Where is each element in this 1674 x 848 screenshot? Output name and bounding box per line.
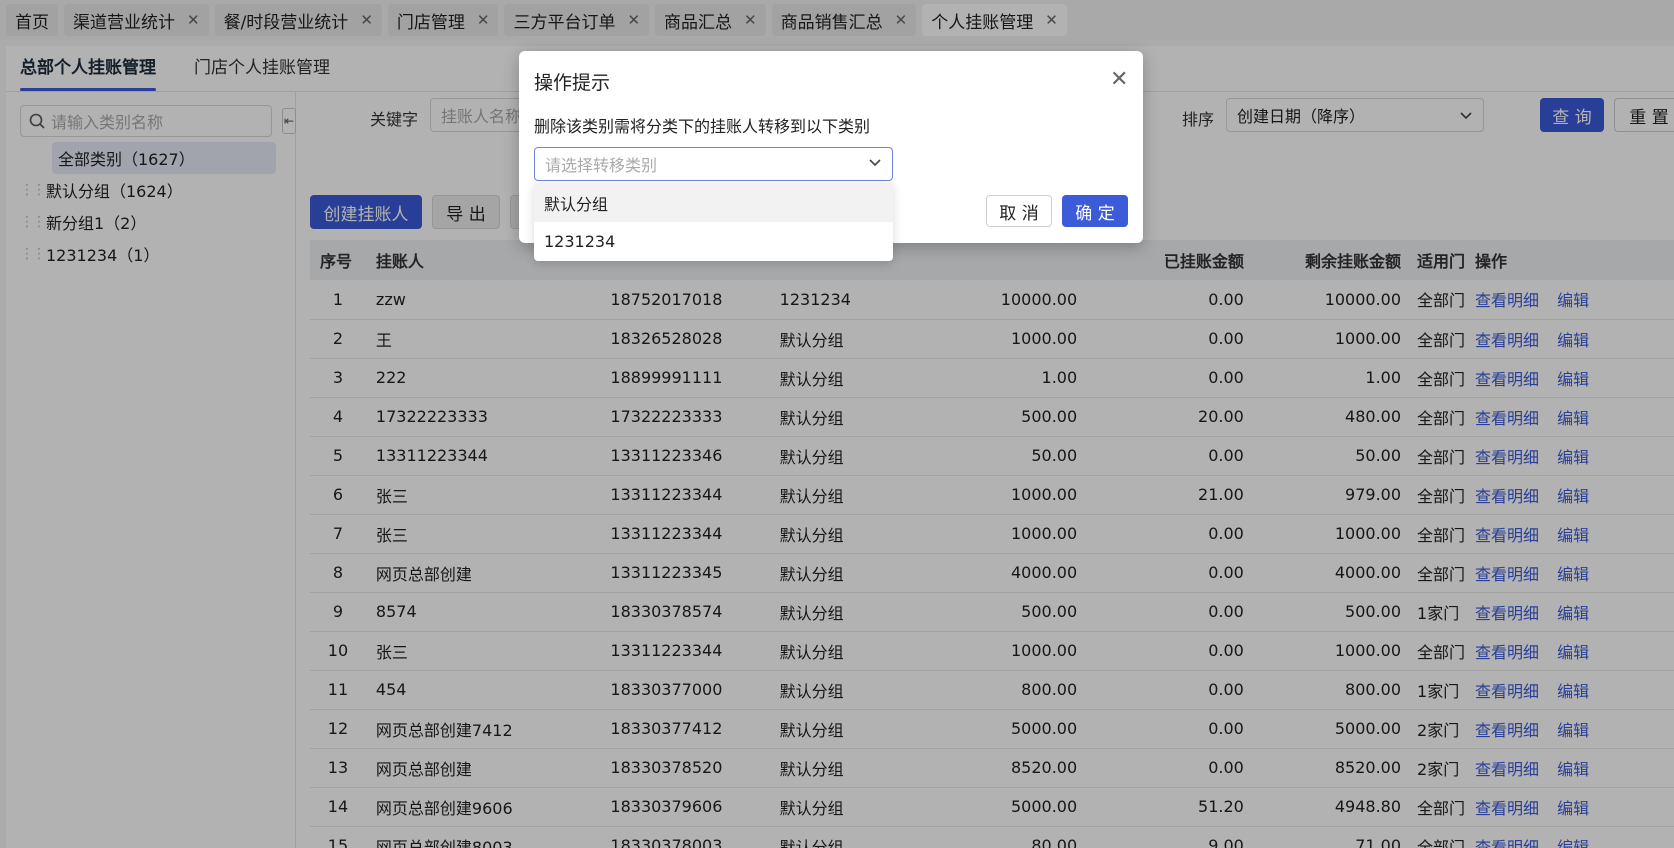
transfer-category-select[interactable]: 请选择转移类别	[534, 147, 893, 181]
dropdown-option-default[interactable]: 默认分组	[534, 183, 893, 222]
chevron-down-icon	[869, 159, 881, 167]
transfer-category-dropdown: 默认分组 1231234	[534, 183, 893, 261]
cancel-button[interactable]: 取 消	[986, 195, 1052, 227]
dialog-message: 删除该类别需将分类下的挂账人转移到以下类别	[534, 117, 871, 136]
close-icon[interactable]: ✕	[1110, 69, 1128, 91]
transfer-category-placeholder: 请选择转移类别	[545, 156, 658, 175]
dialog-title: 操作提示	[534, 72, 611, 94]
confirm-button[interactable]: 确 定	[1062, 195, 1128, 227]
dropdown-option-1231234[interactable]: 1231234	[534, 222, 893, 261]
